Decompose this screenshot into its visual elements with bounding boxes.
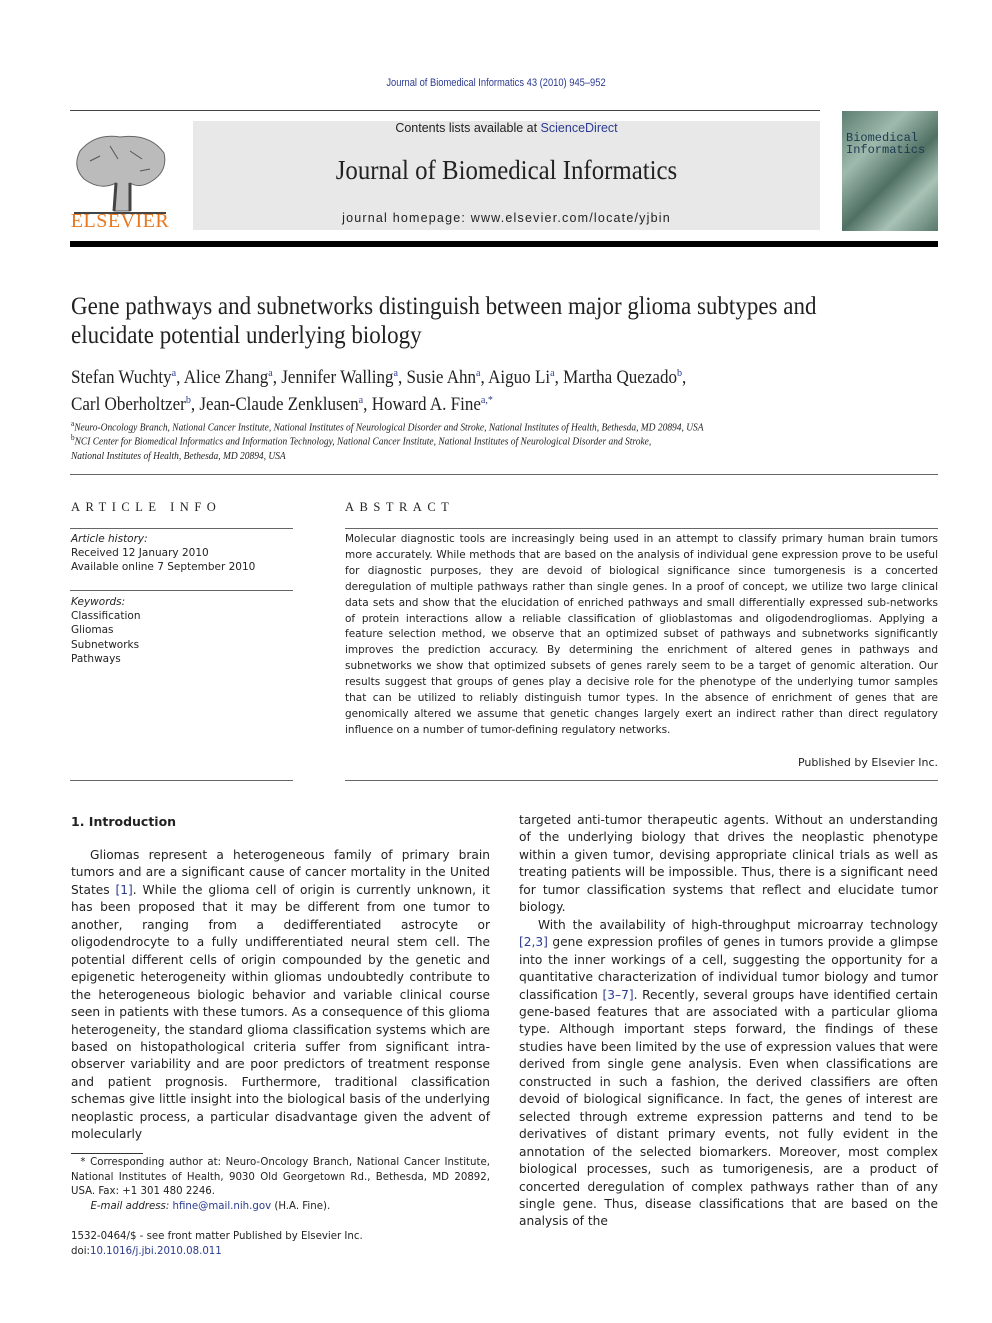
abstract-publisher: Published by Elsevier Inc.	[797, 756, 938, 769]
keyword: Classification	[71, 610, 141, 623]
abstract-text: Molecular diagnostic tools are increasin…	[345, 533, 938, 736]
article-history: Article history: Received 12 January 201…	[71, 533, 256, 574]
article-title: Gene pathways and subnetworks distinguis…	[71, 293, 817, 349]
keywords: Keywords: Classification Gliomas Subnetw…	[71, 595, 294, 666]
journal-cover-image	[842, 111, 938, 231]
author[interactable]: Martha Quezadob	[563, 367, 682, 388]
abstract-heading: ABSTRACT	[345, 500, 455, 514]
keyword: Subnetworks	[71, 638, 140, 651]
section-heading-introduction: 1. Introduction	[71, 814, 177, 829]
body-column-left: Gliomas represent a heterogeneous family…	[71, 847, 490, 1144]
abstract-rule	[345, 528, 938, 529]
article-info-heading: ARTICLE INFO	[71, 500, 222, 514]
contents-prefix: Contents lists available at	[395, 121, 541, 135]
running-head[interactable]: Journal of Biomedical Informatics 43 (20…	[74, 77, 917, 89]
author-list: Stefan Wuchtya, Alice Zhanga, Jennifer W…	[71, 367, 687, 416]
author[interactable]: Alice Zhanga	[184, 367, 273, 388]
article-info-bottom-rule	[70, 780, 293, 781]
journal-homepage[interactable]: journal homepage: www.elsevier.com/locat…	[193, 211, 820, 225]
author[interactable]: Jennifer Wallinga	[281, 367, 398, 388]
header-rule	[70, 110, 820, 111]
elsevier-wordmark: ELSEVIER	[70, 210, 170, 232]
paragraph: With the availability of high-throughput…	[519, 917, 938, 1229]
doi-link[interactable]: 10.1016/j.jbi.2010.08.011	[90, 1246, 222, 1257]
author[interactable]: Aiguo Lia	[488, 367, 554, 388]
abstract-bottom-rule	[345, 780, 938, 781]
footnote-rule	[71, 1153, 143, 1154]
paragraph: Gliomas represent a heterogeneous family…	[71, 848, 490, 1142]
article-info-rule	[70, 528, 293, 529]
header-thick-rule	[70, 241, 938, 247]
author[interactable]: Jean-Claude Zenklusena	[199, 394, 363, 415]
sciencedirect-link[interactable]: ScienceDirect	[541, 121, 618, 135]
citation-link[interactable]: [2,3]	[519, 935, 548, 949]
cover-title: Biomedical Informatics	[846, 131, 926, 157]
keywords-rule	[70, 590, 293, 591]
corresponding-author-footnote: * Corresponding author at: Neuro-Oncolog…	[71, 1157, 490, 1212]
citation-link[interactable]: [1]	[116, 883, 133, 897]
issn-doi: 1532-0464/$ - see front matter Published…	[71, 1231, 363, 1257]
journal-title: Journal of Biomedical Informatics	[335, 155, 678, 185]
email-link[interactable]: hfine@mail.nih.gov	[173, 1201, 272, 1212]
affiliation-b: bNCI Center for Biomedical Informatics a…	[71, 433, 652, 462]
keyword: Pathways	[71, 652, 121, 665]
section-rule	[70, 474, 938, 475]
paragraph: targeted anti-tumor therapeutic agents. …	[519, 813, 938, 915]
keyword: Gliomas	[71, 624, 114, 637]
body-column-right: targeted anti-tumor therapeutic agents. …	[519, 812, 938, 1231]
author[interactable]: Susie Ahna	[407, 367, 481, 388]
author[interactable]: Howard A. Finea,*	[372, 394, 493, 415]
author[interactable]: Stefan Wuchtya	[71, 367, 176, 388]
citation-link[interactable]: [3–7]	[602, 988, 633, 1002]
contents-line: Contents lists available at ScienceDirec…	[193, 121, 820, 135]
author[interactable]: Carl Oberholtzerb	[71, 394, 191, 415]
